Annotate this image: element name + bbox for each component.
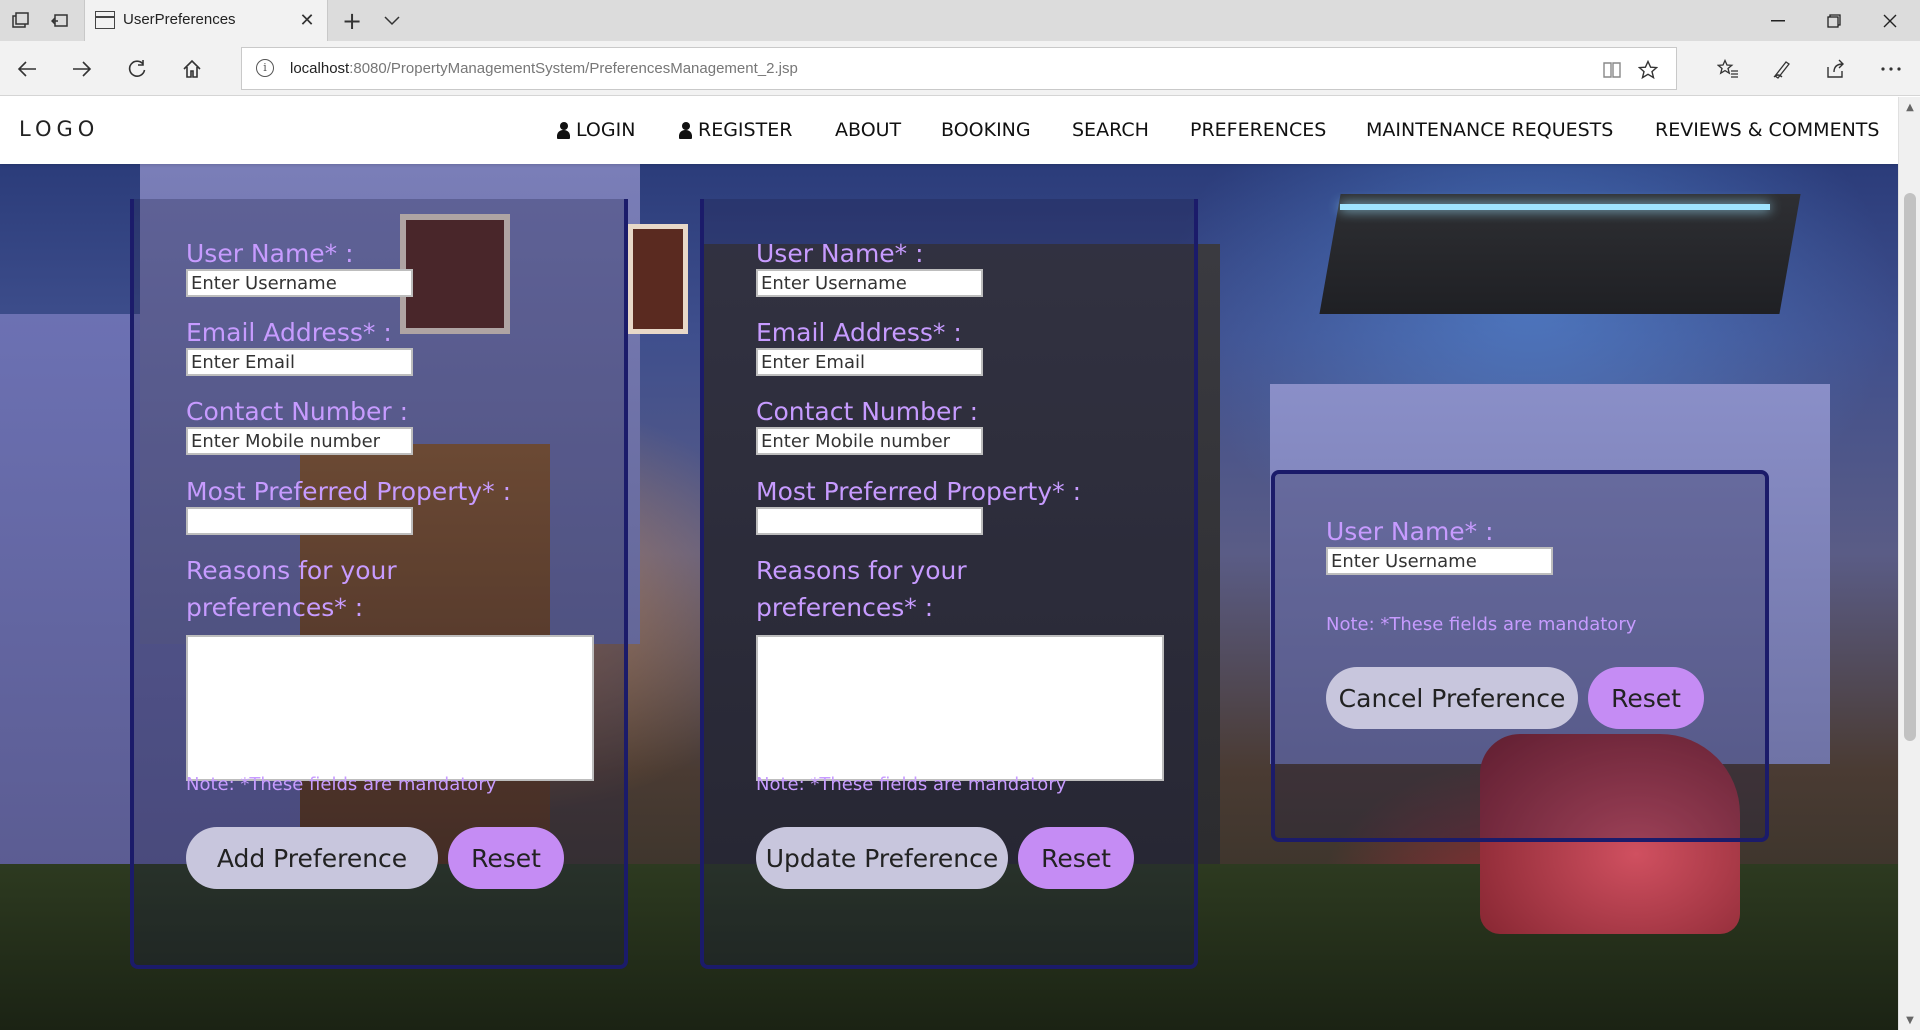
user-icon: [679, 121, 692, 139]
scroll-up-icon[interactable]: ▲: [1899, 97, 1920, 117]
favorite-star-icon[interactable]: [1634, 56, 1662, 84]
contact-label: Contact Number :: [186, 397, 409, 426]
close-tab-icon[interactable]: ✕: [295, 8, 319, 32]
update-preference-form: User Name* : Email Address* : Contact Nu…: [700, 199, 1198, 969]
more-menu-icon[interactable]: [1872, 50, 1910, 88]
page-viewport: User Name* : Email Address* : Contact Nu…: [0, 97, 1898, 1030]
chevron-down-icon[interactable]: [374, 0, 410, 41]
property-label: Most Preferred Property* :: [186, 477, 511, 506]
reasons-textarea[interactable]: [756, 635, 1164, 781]
nav-maintenance-requests[interactable]: MAINTENANCE REQUESTS: [1366, 119, 1613, 141]
back-icon[interactable]: [8, 50, 46, 88]
add-preference-form: User Name* : Email Address* : Contact Nu…: [130, 199, 628, 969]
nav-preferences[interactable]: PREFERENCES: [1190, 119, 1326, 141]
username-input[interactable]: [756, 269, 983, 297]
reset-button[interactable]: Reset: [448, 827, 564, 889]
reasons-textarea[interactable]: [186, 635, 594, 781]
email-label: Email Address* :: [186, 318, 392, 347]
nav-register[interactable]: REGISTER: [679, 119, 792, 141]
email-input[interactable]: [756, 348, 983, 376]
favorites-hub-icon[interactable]: [1709, 50, 1747, 88]
nav-search[interactable]: SEARCH: [1072, 119, 1149, 141]
mandatory-note: Note: *These fields are mandatory: [756, 774, 1067, 795]
url-host: localhost: [290, 60, 350, 77]
pen-icon[interactable]: [1763, 50, 1801, 88]
bg-window: [628, 224, 688, 334]
close-window-icon[interactable]: [1862, 0, 1918, 41]
username-input[interactable]: [186, 269, 413, 297]
address-bar[interactable]: i localhost:8080/PropertyManagementSyste…: [241, 47, 1677, 90]
browser-tab[interactable]: UserPreferences ✕: [84, 0, 328, 41]
nav-label: LOGIN: [576, 119, 636, 141]
background-image: User Name* : Email Address* : Contact Nu…: [0, 164, 1898, 1030]
tab-actions-icon[interactable]: [0, 0, 40, 41]
nav-login[interactable]: LOGIN: [557, 119, 635, 141]
property-input[interactable]: [756, 507, 983, 535]
set-aside-tabs-icon[interactable]: [40, 0, 80, 41]
property-input[interactable]: [186, 507, 413, 535]
contact-input[interactable]: [756, 427, 983, 455]
site-navbar: LOGO LOGIN REGISTER ABOUT BOOKING SEARCH…: [0, 97, 1898, 164]
mandatory-note: Note: *These fields are mandatory: [1326, 614, 1637, 635]
nav-label: REGISTER: [698, 119, 793, 141]
cancel-preference-button[interactable]: Cancel Preference: [1326, 667, 1578, 729]
contact-label: Contact Number :: [756, 397, 979, 426]
nav-reviews-comments[interactable]: REVIEWS & COMMENTS: [1655, 119, 1879, 141]
nav-about[interactable]: ABOUT: [835, 119, 901, 141]
email-label: Email Address* :: [756, 318, 962, 347]
scroll-thumb[interactable]: [1904, 193, 1916, 741]
username-label: User Name* :: [756, 239, 924, 268]
home-icon[interactable]: [173, 50, 211, 88]
mandatory-note: Note: *These fields are mandatory: [186, 774, 497, 795]
share-icon[interactable]: [1817, 50, 1855, 88]
url-path: :8080/PropertyManagementSystem/Preferenc…: [349, 60, 798, 77]
username-label: User Name* :: [1326, 517, 1494, 546]
property-label: Most Preferred Property* :: [756, 477, 1081, 506]
vertical-scrollbar[interactable]: ▲ ▼: [1898, 97, 1920, 1030]
logo[interactable]: LOGO: [19, 117, 99, 141]
browser-titlebar: UserPreferences ✕ +: [0, 0, 1920, 41]
reasons-label: Reasons for your preferences* :: [756, 556, 967, 622]
site-info-icon[interactable]: i: [256, 59, 274, 77]
reset-button[interactable]: Reset: [1018, 827, 1134, 889]
update-preference-button[interactable]: Update Preference: [756, 827, 1008, 889]
contact-input[interactable]: [186, 427, 413, 455]
refresh-icon[interactable]: [118, 50, 156, 88]
scroll-down-icon[interactable]: ▼: [1899, 1010, 1920, 1030]
forward-icon[interactable]: [63, 50, 101, 88]
restore-icon[interactable]: [1806, 0, 1862, 41]
url-text: localhost:8080/PropertyManagementSystem/…: [290, 60, 798, 77]
bg-light: [1340, 204, 1770, 210]
add-preference-button[interactable]: Add Preference: [186, 827, 438, 889]
cancel-preference-form: User Name* : Note: *These fields are man…: [1271, 470, 1769, 842]
reset-button[interactable]: Reset: [1588, 667, 1704, 729]
new-tab-icon[interactable]: +: [334, 0, 370, 41]
page-icon: [95, 11, 115, 29]
minimize-icon[interactable]: [1750, 0, 1806, 41]
user-icon: [557, 121, 570, 139]
nav-booking[interactable]: BOOKING: [941, 119, 1031, 141]
username-label: User Name* :: [186, 239, 354, 268]
browser-toolbar: i localhost:8080/PropertyManagementSyste…: [0, 41, 1920, 96]
username-input[interactable]: [1326, 547, 1553, 575]
email-input[interactable]: [186, 348, 413, 376]
reading-view-icon[interactable]: [1598, 56, 1626, 84]
bg-roof: [1319, 194, 1801, 314]
reasons-label: Reasons for your preferences* :: [186, 556, 397, 622]
tab-title: UserPreferences: [123, 11, 236, 28]
